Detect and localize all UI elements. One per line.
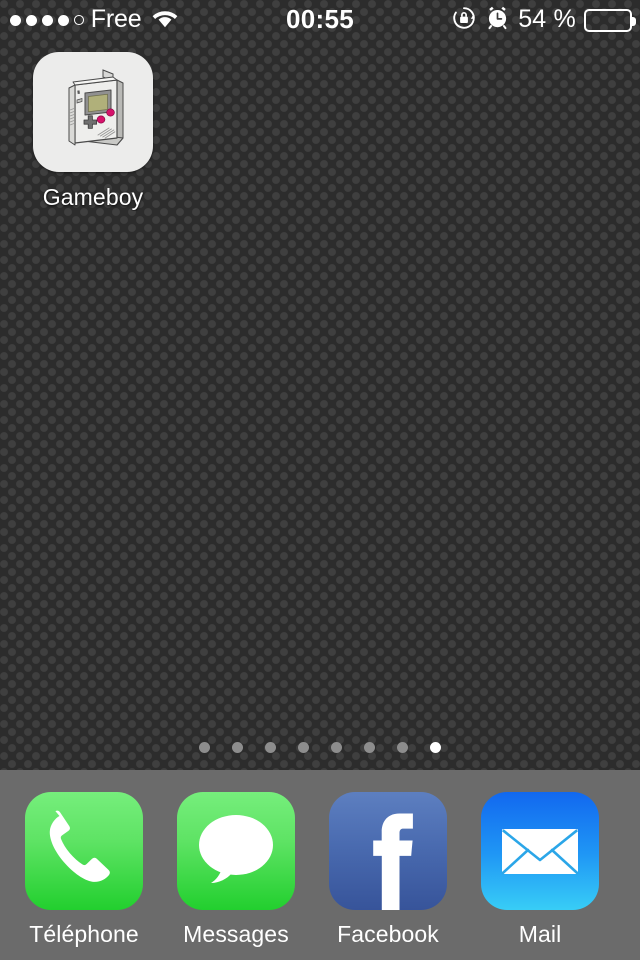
gameboy-device-illustration: [68, 69, 124, 146]
page-indicator-dots[interactable]: [0, 742, 640, 753]
envelope-icon[interactable]: [481, 792, 599, 910]
signal-dot-4: [58, 14, 69, 26]
signal-dot-2: [26, 14, 37, 26]
battery-percentage-label: 54 %: [518, 4, 576, 33]
status-bar-left-group: Free: [10, 0, 180, 40]
gameboy-icon-background: [33, 52, 153, 172]
phone-icon[interactable]: [25, 792, 143, 910]
dock-label-messages: Messages: [183, 921, 289, 947]
page-dot-8[interactable]: [430, 742, 441, 753]
page-dot-1[interactable]: [199, 742, 210, 753]
dock-label-facebook: Facebook: [337, 921, 439, 947]
app-icon-gameboy[interactable]: Gameboy: [13, 44, 173, 211]
carrier-name: Free: [90, 4, 142, 33]
facebook-f-icon[interactable]: [329, 792, 447, 910]
signal-dot-3: [42, 14, 53, 26]
alarm-clock-icon: [485, 5, 510, 35]
rotation-lock-icon: [451, 5, 477, 36]
battery-icon: [584, 8, 636, 32]
page-dot-7[interactable]: [397, 742, 408, 753]
page-dot-3[interactable]: [265, 742, 276, 753]
iphone-home-screen: Free 00:55 54 % Gameboy Téléphone Messag…: [0, 0, 640, 960]
dock-item-mail[interactable]: Mail: [464, 792, 616, 948]
status-bar: Free 00:55 54 %: [0, 0, 640, 40]
wifi-icon: [150, 7, 180, 34]
status-bar-clock: 00:55: [286, 4, 354, 34]
app-label-gameboy: Gameboy: [42, 184, 144, 210]
page-dot-5[interactable]: [331, 742, 342, 753]
signal-dot-1: [10, 14, 21, 26]
cellular-signal-dots: [10, 14, 84, 26]
gameboy-icon[interactable]: [33, 52, 153, 172]
dock-label-telephone: Téléphone: [29, 921, 139, 947]
dock-item-facebook[interactable]: Facebook: [312, 792, 464, 948]
dock-item-messages[interactable]: Messages: [160, 792, 312, 948]
page-dot-2[interactable]: [232, 742, 243, 753]
page-dot-6[interactable]: [364, 742, 375, 753]
dock: Téléphone Messages Facebook Mail: [0, 770, 640, 960]
signal-dot-5: [74, 15, 84, 25]
speech-bubble-icon[interactable]: [177, 792, 295, 910]
dock-item-telephone[interactable]: Téléphone: [8, 792, 160, 948]
page-dot-4[interactable]: [298, 742, 309, 753]
status-bar-right-group: 54 %: [451, 0, 636, 40]
dock-label-mail: Mail: [518, 921, 562, 947]
